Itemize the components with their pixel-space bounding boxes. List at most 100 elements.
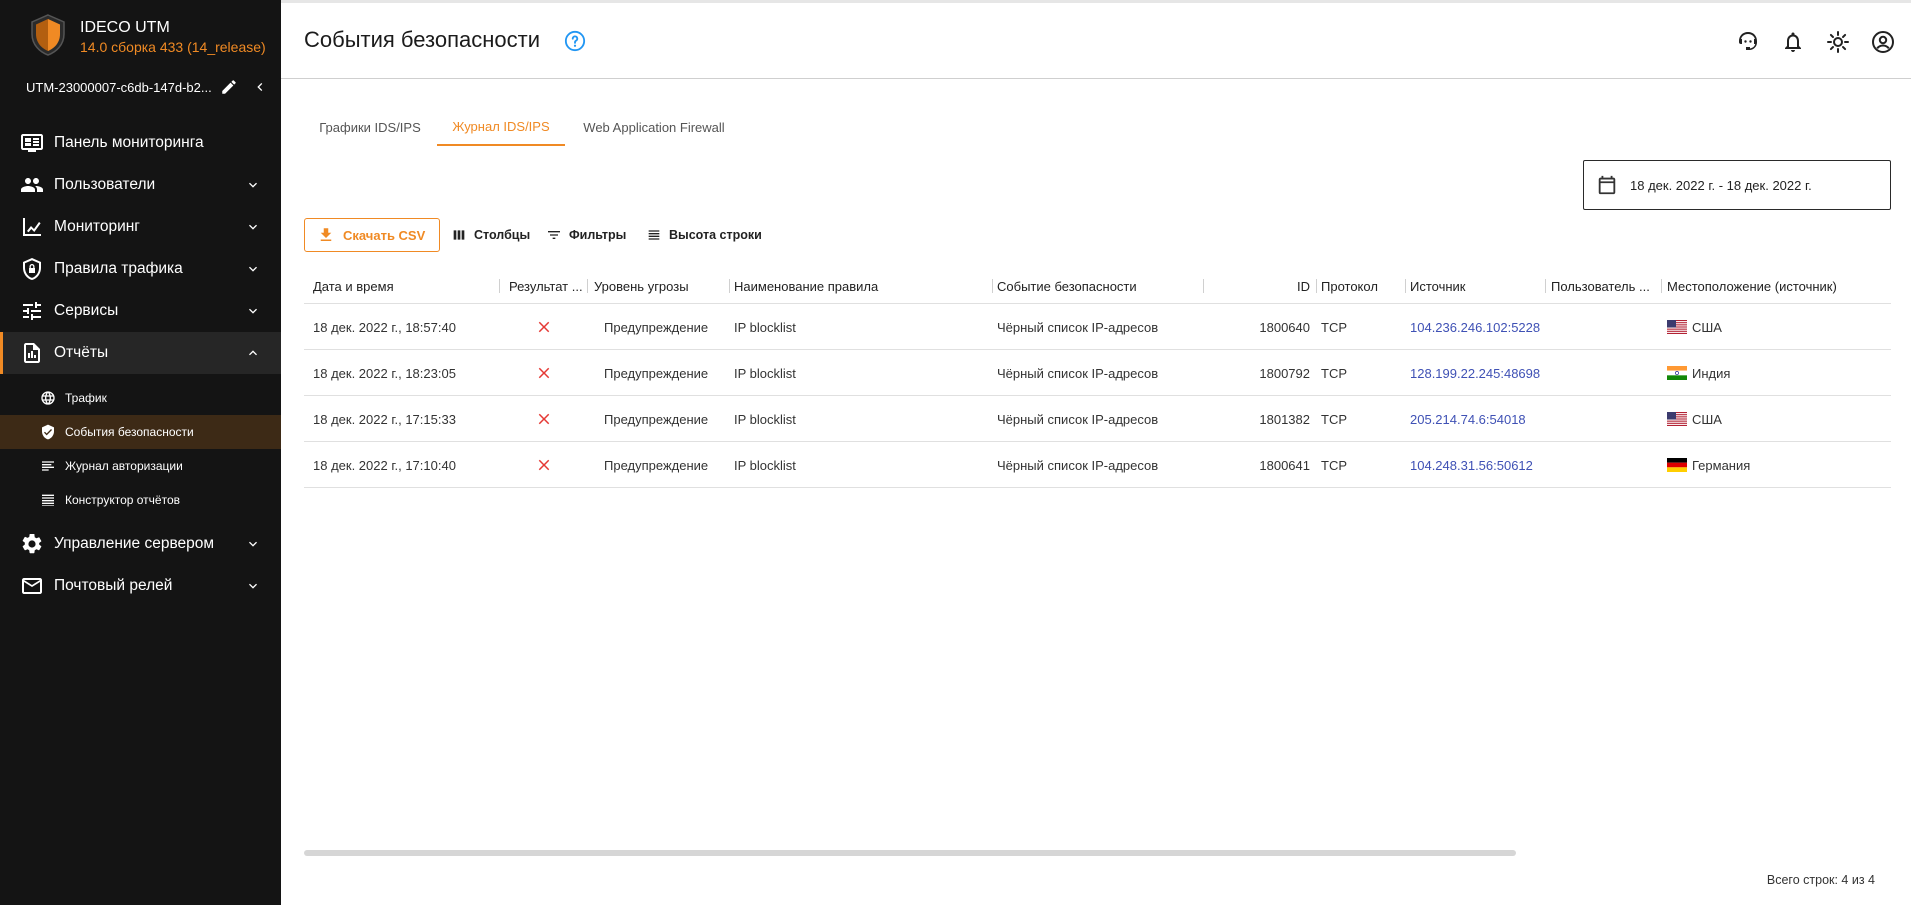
cell-id-text: 1800641 bbox=[1259, 457, 1310, 473]
column-header-id[interactable]: ID bbox=[1204, 268, 1317, 304]
filter-lines-icon bbox=[548, 231, 560, 239]
cell-rule-text: IP blocklist bbox=[734, 457, 796, 473]
cell-source-text: 128.199.22.245:48698 bbox=[1410, 365, 1541, 381]
column-header-location[interactable]: Местоположение (источник) bbox=[1662, 268, 1891, 304]
chevron-down-icon bbox=[249, 541, 257, 547]
cell-source[interactable]: 104.248.31.56:50612 bbox=[1406, 442, 1546, 488]
column-header-threat-level[interactable]: Уровень угрозы bbox=[589, 268, 730, 304]
cell-datetime-text: 18 дек. 2022 г., 18:23:05 bbox=[313, 365, 456, 381]
result-cell bbox=[500, 396, 588, 442]
nav-reports-label: Отчёты bbox=[54, 344, 109, 361]
flag-india-icon bbox=[1667, 366, 1687, 380]
nav-dashboard[interactable]: Панель мониторинга bbox=[0, 122, 281, 164]
nav-reports[interactable]: Отчёты bbox=[0, 332, 281, 374]
cell-threat-text: Предупреждение bbox=[604, 411, 709, 427]
help-circle-icon[interactable] bbox=[564, 30, 586, 52]
download-csv-label: Скачать CSV bbox=[343, 227, 426, 243]
table-row[interactable]: 18 дек. 2022 г., 17:10:40 Предупреждение I… bbox=[304, 442, 1891, 488]
calendar-icon bbox=[1598, 175, 1616, 195]
bell-icon[interactable] bbox=[1781, 30, 1805, 54]
cell-rule-text: IP blocklist bbox=[734, 365, 796, 381]
cell-location: США bbox=[1662, 396, 1891, 442]
theme-sun-icon[interactable] bbox=[1826, 30, 1850, 54]
device-selector[interactable]: UTM-23000007-c6db-147d-b2... bbox=[26, 76, 274, 98]
chevron-left-icon[interactable] bbox=[252, 79, 268, 95]
account-icon[interactable] bbox=[1871, 30, 1895, 54]
nav-server-management[interactable]: Управление сервером bbox=[0, 523, 281, 565]
column-header-security-event[interactable]: Событие безопасности bbox=[993, 268, 1204, 304]
cell-source-text: 104.236.246.102:5228 bbox=[1410, 319, 1541, 335]
cell-event: Чёрный список IP-адресов bbox=[993, 396, 1204, 442]
nav-monitoring[interactable]: Мониторинг bbox=[0, 206, 281, 248]
cell-protocol: TCP bbox=[1317, 304, 1406, 350]
nav-dashboard-label: Панель мониторинга bbox=[54, 134, 204, 151]
column-header-user[interactable]: Пользователь ... bbox=[1546, 268, 1662, 304]
download-csv-button[interactable]: Скачать CSV bbox=[304, 218, 440, 252]
cell-user bbox=[1546, 350, 1662, 396]
cell-rule-text: IP blocklist bbox=[734, 319, 796, 335]
sub-item-auth-log[interactable]: Журнал авторизации bbox=[0, 449, 281, 483]
density-icon bbox=[648, 230, 660, 240]
column-header-datetime[interactable]: Дата и время bbox=[313, 268, 500, 304]
cell-source[interactable]: 104.236.246.102:5228 bbox=[1406, 304, 1546, 350]
date-range-picker[interactable]: 18 дек. 2022 г. - 18 дек. 2022 г. bbox=[1583, 160, 1891, 210]
app-root: IDECO UTM 14.0 сборка 433 (14_release) U… bbox=[0, 0, 1911, 905]
row-height-button[interactable]: Высота строки bbox=[646, 224, 762, 246]
cell-id: 1800641 bbox=[1204, 442, 1317, 488]
column-header-protocol[interactable]: Протокол bbox=[1317, 268, 1406, 304]
shield-lock-icon bbox=[23, 258, 41, 280]
columns-button[interactable]: Столбцы bbox=[451, 224, 530, 246]
chevron-down-icon bbox=[249, 224, 257, 230]
cell-protocol: TCP bbox=[1317, 442, 1406, 488]
pencil-icon[interactable] bbox=[220, 78, 238, 96]
tab-ids-charts[interactable]: Графики IDS/IPS bbox=[304, 108, 436, 146]
filters-button[interactable]: Фильтры bbox=[546, 224, 626, 246]
column-header-result[interactable]: Результат ... bbox=[500, 268, 588, 304]
cell-id: 1801382 bbox=[1204, 396, 1317, 442]
cell-source-text: 205.214.74.6:54018 bbox=[1410, 411, 1526, 427]
list-filter-icon bbox=[42, 461, 54, 471]
tab-ids-journal[interactable]: Журнал IDS/IPS bbox=[437, 108, 565, 146]
globe-icon bbox=[41, 391, 55, 405]
columns-icon bbox=[453, 230, 465, 240]
nav-traffic-rules[interactable]: Правила трафика bbox=[0, 248, 281, 290]
column-header-rule-name[interactable]: Наименование правила bbox=[730, 268, 993, 304]
cell-event: Чёрный список IP-адресов bbox=[993, 304, 1204, 350]
cell-protocol-text: TCP bbox=[1321, 319, 1347, 335]
tab-waf[interactable]: Web Application Firewall bbox=[566, 108, 742, 146]
nav-services[interactable]: Сервисы bbox=[0, 290, 281, 332]
cell-protocol: TCP bbox=[1317, 350, 1406, 396]
result-cell bbox=[500, 350, 588, 396]
cell-user bbox=[1546, 396, 1662, 442]
cell-datetime-text: 18 дек. 2022 г., 18:57:40 bbox=[313, 319, 456, 335]
cell-location-text: Германия bbox=[1692, 457, 1751, 473]
nav-mail-relay[interactable]: Почтовый релей bbox=[0, 565, 281, 607]
cell-datetime: 18 дек. 2022 г., 17:10:40 bbox=[313, 442, 500, 488]
close-x-icon bbox=[538, 321, 550, 333]
cell-rule: IP blocklist bbox=[730, 304, 993, 350]
cell-source[interactable]: 128.199.22.245:48698 bbox=[1406, 350, 1546, 396]
cell-datetime: 18 дек. 2022 г., 17:15:33 bbox=[313, 396, 500, 442]
cell-rule-text: IP blocklist bbox=[734, 411, 796, 427]
sub-item-report-builder-label: Конструктор отчётов bbox=[65, 493, 180, 507]
nav-users[interactable]: Пользователи bbox=[0, 164, 281, 206]
table-row[interactable]: 18 дек. 2022 г., 18:23:05 Предупреждение I… bbox=[304, 350, 1891, 396]
horizontal-scrollbar[interactable] bbox=[304, 850, 1516, 856]
cell-source[interactable]: 205.214.74.6:54018 bbox=[1406, 396, 1546, 442]
events-table: Дата и время Результат ... Уровень угроз… bbox=[304, 268, 1891, 488]
shield-logo-icon bbox=[31, 14, 65, 56]
row-count: Всего строк: 4 из 4 bbox=[1766, 873, 1875, 887]
page-header: События безопасности bbox=[281, 3, 1911, 79]
sub-item-report-builder[interactable]: Конструктор отчётов bbox=[0, 483, 281, 517]
result-cell bbox=[500, 442, 588, 488]
cell-id: 1800792 bbox=[1204, 350, 1317, 396]
sub-item-security-events[interactable]: События безопасности bbox=[0, 415, 281, 449]
support-icon[interactable] bbox=[1736, 30, 1760, 54]
users-icon bbox=[21, 178, 43, 192]
cell-protocol-text: TCP bbox=[1321, 457, 1347, 473]
column-header-source[interactable]: Источник bbox=[1406, 268, 1546, 304]
table-row[interactable]: 18 дек. 2022 г., 18:57:40 Предупреждение I… bbox=[304, 304, 1891, 350]
table-row[interactable]: 18 дек. 2022 г., 17:15:33 Предупреждение I… bbox=[304, 396, 1891, 442]
cell-threat-text: Предупреждение bbox=[604, 457, 709, 473]
sub-item-traffic[interactable]: Трафик bbox=[0, 381, 281, 415]
